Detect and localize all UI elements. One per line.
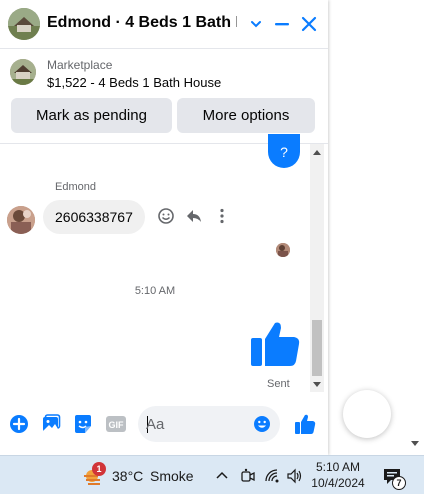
more-actions-icon[interactable]	[212, 206, 232, 226]
marketplace-listing-card: Marketplace $1,522 - 4 Beds 1 Bath House…	[0, 48, 328, 144]
message-thread: ? Edmond 2606338767 5:10 AM Sent	[0, 134, 310, 398]
sent-status: Sent	[267, 378, 290, 390]
messenger-chat-window: Edmond · 4 Beds 1 Bath H... Marketplace …	[0, 0, 328, 455]
notification-count-badge: 7	[392, 476, 406, 490]
react-emoji-icon[interactable]	[156, 206, 176, 226]
chat-title[interactable]: Edmond · 4 Beds 1 Bath H...	[47, 14, 237, 32]
minimize-button[interactable]	[270, 12, 294, 36]
add-plus-icon[interactable]	[8, 413, 30, 435]
close-button[interactable]	[297, 12, 321, 36]
mark-as-pending-button[interactable]: Mark as pending	[11, 98, 172, 133]
marketplace-label: Marketplace	[47, 58, 113, 72]
emoji-icon[interactable]	[253, 415, 271, 433]
listing-title[interactable]: $1,522 - 4 Beds 1 Bath House	[47, 75, 221, 90]
show-hidden-icons-chevron-icon[interactable]	[215, 456, 229, 494]
more-options-button[interactable]: More options	[177, 98, 315, 133]
message-timestamp: 5:10 AM	[134, 285, 176, 297]
scroll-up-arrow-icon[interactable]	[313, 150, 321, 155]
message-input[interactable]	[146, 406, 246, 442]
speaker-volume-icon[interactable]	[286, 456, 304, 494]
contact-avatar[interactable]	[8, 8, 40, 40]
chevron-down-icon[interactable]	[244, 12, 268, 36]
gif-icon[interactable]: GIF	[104, 413, 128, 435]
scroll-down-arrow-icon[interactable]	[313, 382, 321, 387]
weather-alert-badge: 1	[92, 462, 106, 476]
temperature-text[interactable]: 38°C	[112, 456, 143, 494]
outgoing-message-bubble[interactable]: ?	[268, 134, 300, 168]
read-receipt-avatar	[276, 243, 290, 257]
message-scrollbar[interactable]	[310, 144, 324, 392]
thumbs-up-sent-icon[interactable]	[250, 318, 302, 370]
gif-label: GIF	[109, 420, 125, 430]
sender-name: Edmond	[55, 181, 96, 193]
clock-time: 5:10 AM	[315, 460, 361, 474]
system-clock[interactable]: 5:10 AM 10/4/2024	[307, 459, 369, 491]
photo-gallery-icon[interactable]	[40, 413, 62, 435]
meet-now-icon[interactable]	[240, 456, 256, 494]
page-scroll-down-arrow-icon[interactable]	[411, 441, 419, 446]
message-composer: GIF	[0, 402, 328, 446]
message-input-wrapper[interactable]	[138, 406, 280, 442]
reply-icon[interactable]	[184, 206, 204, 226]
thumbs-up-send-icon[interactable]	[293, 413, 317, 435]
scrollbar-thumb[interactable]	[312, 320, 322, 376]
sender-avatar[interactable]	[7, 206, 35, 234]
weather-condition-text[interactable]: Smoke	[150, 456, 194, 494]
listing-thumbnail[interactable]	[10, 59, 36, 85]
incoming-message-bubble[interactable]: 2606338767	[43, 200, 145, 234]
clock-date: 10/4/2024	[311, 476, 365, 490]
chat-header[interactable]: Edmond · 4 Beds 1 Bath H...	[0, 0, 328, 48]
wifi-icon[interactable]	[264, 456, 280, 494]
sticker-icon[interactable]	[72, 413, 94, 435]
windows-taskbar: 1 38°C Smoke 5:10 AM 10/4/2024 7	[0, 455, 424, 494]
new-message-floating-button[interactable]	[343, 390, 391, 438]
